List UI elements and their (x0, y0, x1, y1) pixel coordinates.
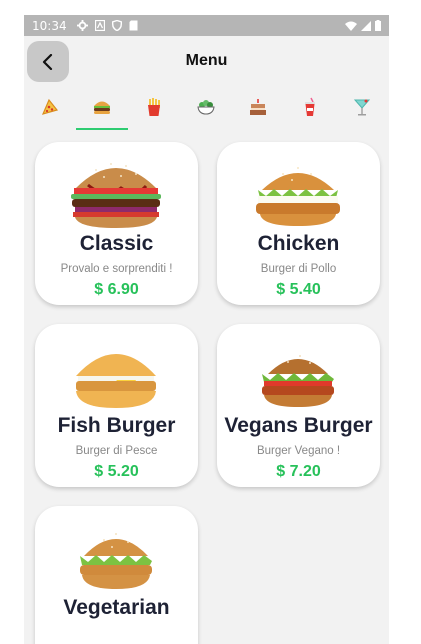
drink-icon (305, 97, 315, 116)
cocktail-icon (353, 99, 371, 116)
item-name: Fish Burger (57, 414, 176, 437)
shield-icon (111, 20, 122, 31)
salad-icon (197, 100, 215, 115)
settings-icon (76, 20, 88, 31)
item-subtitle: Burger di Pesce (75, 445, 158, 457)
pizza-icon (41, 98, 59, 115)
item-name: Vegetarian (63, 596, 170, 619)
fish-burger-image (76, 354, 156, 408)
tab-burger[interactable] (76, 97, 128, 131)
item-subtitle: Burger Vegano ! (256, 445, 341, 457)
vegan-burger-image (262, 355, 334, 407)
menu-item-card[interactable]: Vegans Burger Burger Vegano ! $ 7.20 (217, 324, 380, 487)
tab-salad[interactable] (180, 97, 232, 131)
tab-cake[interactable] (232, 97, 284, 131)
tab-drink[interactable] (284, 97, 336, 131)
classic-burger-image (71, 163, 161, 228)
item-subtitle: Burger di Pollo (260, 263, 337, 275)
menu-item-card[interactable]: Classic Provalo e sorprenditi ! $ 6.90 (35, 142, 198, 305)
menu-item-card[interactable]: Fish Burger Burger di Pesce $ 5.20 (35, 324, 198, 487)
category-tabs (24, 97, 389, 131)
menu-item-card[interactable]: Chicken Burger di Pollo $ 5.40 (217, 142, 380, 305)
page-title: Menu (185, 52, 228, 69)
item-price: $ 5.40 (276, 281, 321, 298)
sd-card-icon (129, 20, 138, 31)
chicken-burger-image (256, 167, 340, 226)
item-name: Classic (79, 232, 154, 255)
item-price: $ 6.90 (94, 281, 139, 298)
tab-pizza[interactable] (24, 97, 76, 131)
notification-icon (94, 20, 105, 31)
item-price: $ 5.20 (94, 463, 139, 480)
tab-fries[interactable] (128, 97, 180, 131)
selected-tab-indicator (76, 128, 128, 130)
item-name: Vegans Burger (224, 414, 373, 437)
item-subtitle: Provalo e sorprenditi ! (60, 263, 173, 275)
item-price: $ 7.20 (276, 463, 321, 480)
menu-item-card[interactable]: Vegetarian (35, 506, 198, 644)
fries-icon (148, 98, 160, 116)
tab-cocktail[interactable] (336, 97, 388, 131)
status-time: 10:34 (32, 18, 67, 33)
app-screen: 10:34 Menu Classic Provalo e sorprenditi… (24, 15, 389, 644)
item-name: Chicken (257, 232, 340, 255)
burger-icon (94, 101, 110, 114)
cake-icon (250, 99, 266, 115)
wifi-icon (345, 21, 357, 31)
vegetarian-burger-image (80, 533, 152, 589)
battery-icon (375, 20, 381, 31)
status-bar: 10:34 (24, 15, 389, 36)
signal-icon (361, 20, 371, 31)
